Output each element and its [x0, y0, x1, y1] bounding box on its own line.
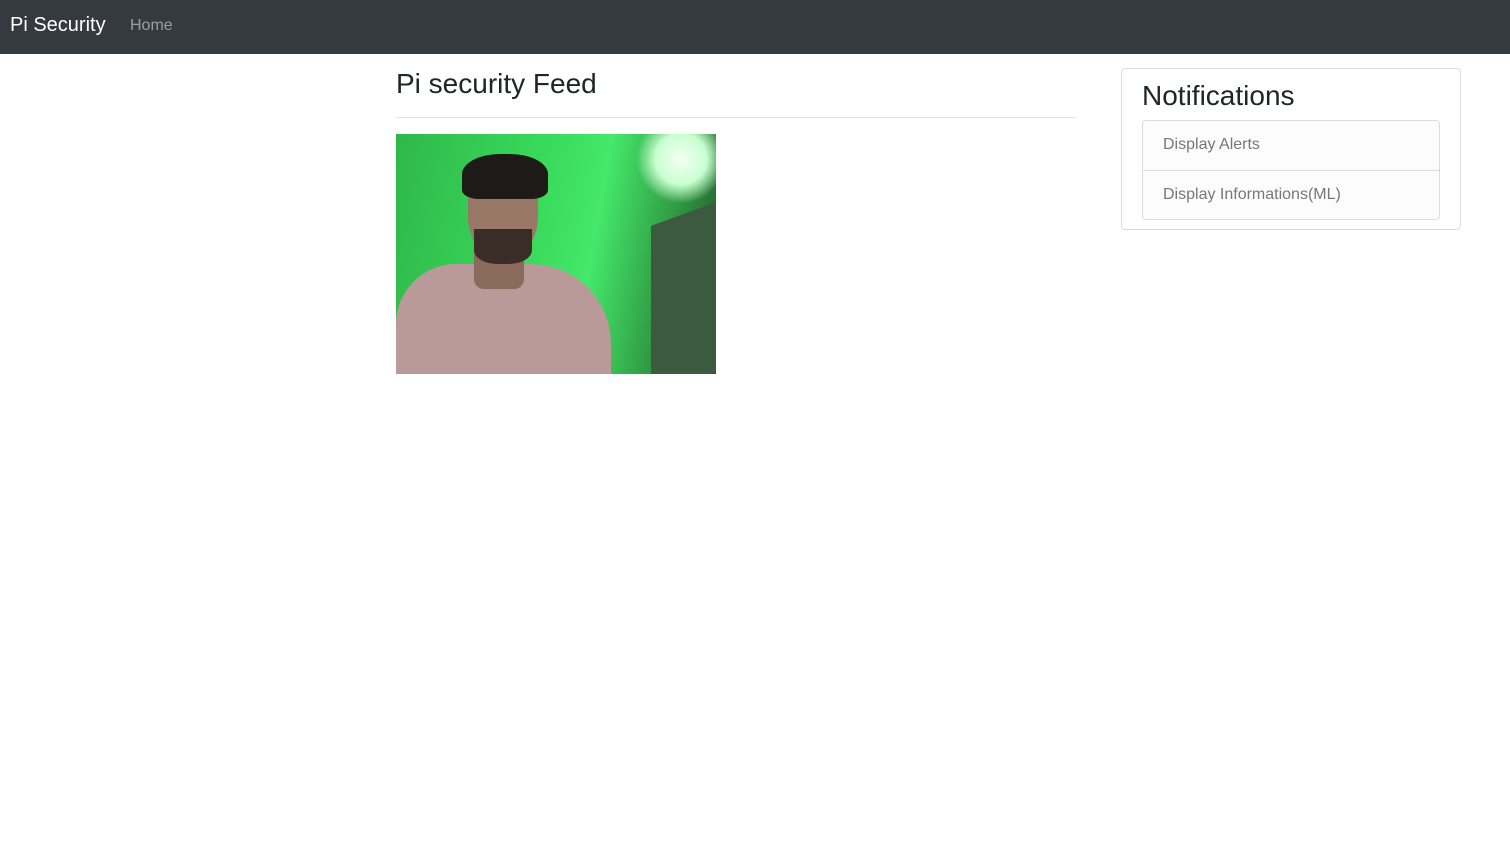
divider: [396, 117, 1076, 118]
display-alerts-item[interactable]: Display Alerts: [1143, 121, 1439, 170]
notifications-list: Display Alerts Display Informations(ML): [1142, 120, 1440, 220]
nav-link-home[interactable]: Home: [130, 17, 173, 35]
page-title: Pi security Feed: [396, 68, 597, 99]
navbar-brand[interactable]: Pi Security: [10, 14, 106, 37]
navbar: Pi Security Home: [0, 0, 1510, 54]
camera-feed-image: [396, 134, 716, 374]
display-informations-ml-item[interactable]: Display Informations(ML): [1143, 170, 1439, 219]
notifications-panel: Notifications Display Alerts Display Inf…: [1121, 68, 1461, 230]
notifications-title: Notifications: [1142, 80, 1295, 111]
